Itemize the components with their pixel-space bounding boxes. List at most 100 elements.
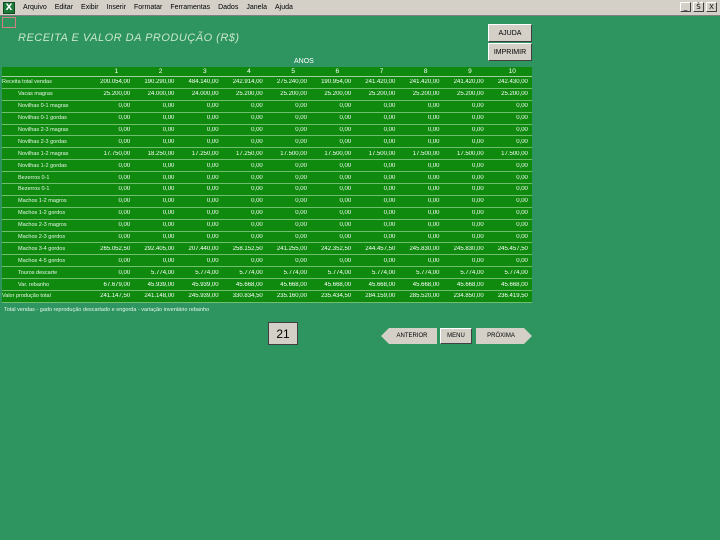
table-cell[interactable]: 190.954,00: [311, 79, 355, 85]
table-cell[interactable]: 0,00: [267, 115, 311, 121]
table-cell[interactable]: 24.000,00: [134, 91, 178, 97]
table-cell[interactable]: 0,00: [267, 198, 311, 204]
table-cell[interactable]: 245.457,50: [488, 246, 532, 252]
table-cell[interactable]: 242.352,50: [311, 246, 355, 252]
table-cell[interactable]: 45.668,00: [488, 282, 532, 288]
table-cell[interactable]: 25.200,00: [311, 91, 355, 97]
table-cell[interactable]: 17.500,00: [488, 151, 532, 157]
table-cell[interactable]: 0,00: [90, 234, 134, 240]
table-cell[interactable]: 18.250,00: [134, 151, 178, 157]
table-cell[interactable]: 0,00: [399, 115, 443, 121]
table-cell[interactable]: 0,00: [134, 103, 178, 109]
table-cell[interactable]: 0,00: [355, 115, 399, 121]
table-cell[interactable]: 0,00: [311, 210, 355, 216]
table-cell[interactable]: 0,00: [355, 186, 399, 192]
table-cell[interactable]: 0,00: [399, 222, 443, 228]
table-cell[interactable]: 0,00: [134, 186, 178, 192]
table-cell[interactable]: 0,00: [444, 115, 488, 121]
table-cell[interactable]: 0,00: [178, 139, 222, 145]
table-cell[interactable]: 0,00: [488, 222, 532, 228]
table-cell[interactable]: 17.250,00: [178, 151, 222, 157]
table-cell[interactable]: 17.500,00: [444, 151, 488, 157]
table-cell[interactable]: 45.668,00: [399, 282, 443, 288]
table-cell[interactable]: 0,00: [355, 210, 399, 216]
table-cell[interactable]: 0,00: [355, 163, 399, 169]
table-cell[interactable]: 244.457,50: [355, 246, 399, 252]
table-cell[interactable]: 0,00: [488, 115, 532, 121]
table-cell[interactable]: 0,00: [267, 222, 311, 228]
table-cell[interactable]: 0,00: [311, 175, 355, 181]
table-cell[interactable]: 67.679,00: [90, 282, 134, 288]
table-cell[interactable]: 0,00: [223, 210, 267, 216]
table-cell[interactable]: 190.290,00: [134, 79, 178, 85]
table-cell[interactable]: 0,00: [267, 234, 311, 240]
table-cell[interactable]: 45.668,00: [223, 282, 267, 288]
table-cell[interactable]: 0,00: [444, 163, 488, 169]
table-cell[interactable]: 0,00: [311, 115, 355, 121]
table-cell[interactable]: 0,00: [355, 198, 399, 204]
table-cell[interactable]: 0,00: [488, 258, 532, 264]
table-cell[interactable]: 0,00: [178, 127, 222, 133]
table-cell[interactable]: 0,00: [267, 139, 311, 145]
table-cell[interactable]: 0,00: [267, 127, 311, 133]
table-cell[interactable]: 0,00: [311, 127, 355, 133]
table-cell[interactable]: 0,00: [488, 163, 532, 169]
table-cell[interactable]: 0,00: [399, 139, 443, 145]
table-cell[interactable]: 0,00: [223, 222, 267, 228]
table-cell[interactable]: 5.774,00: [267, 270, 311, 276]
table-cell[interactable]: 45.939,00: [134, 282, 178, 288]
table-cell[interactable]: 5.774,00: [311, 270, 355, 276]
table-cell[interactable]: 5.774,00: [223, 270, 267, 276]
table-cell[interactable]: 0,00: [134, 139, 178, 145]
table-cell[interactable]: 0,00: [355, 258, 399, 264]
table-cell[interactable]: 0,00: [444, 258, 488, 264]
table-cell[interactable]: 275.240,00: [267, 79, 311, 85]
table-cell[interactable]: 241.147,50: [90, 293, 134, 299]
table-cell[interactable]: 0,00: [134, 198, 178, 204]
table-cell[interactable]: 0,00: [399, 258, 443, 264]
table-cell[interactable]: 0,00: [223, 258, 267, 264]
proxima-button[interactable]: PRÓXIMA: [476, 328, 532, 344]
table-cell[interactable]: 0,00: [134, 258, 178, 264]
table-cell[interactable]: 17.250,00: [223, 151, 267, 157]
table-cell[interactable]: 0,00: [90, 139, 134, 145]
table-cell[interactable]: 0,00: [311, 186, 355, 192]
table-cell[interactable]: 0,00: [223, 139, 267, 145]
active-cell-marker[interactable]: [2, 17, 16, 28]
table-cell[interactable]: 285.520,00: [399, 293, 443, 299]
table-cell[interactable]: 5.774,00: [355, 270, 399, 276]
table-cell[interactable]: 17.750,00: [90, 151, 134, 157]
table-cell[interactable]: 241.420,00: [444, 79, 488, 85]
table-cell[interactable]: 25.200,00: [90, 91, 134, 97]
ajuda-button[interactable]: AJUDA: [488, 24, 532, 42]
table-cell[interactable]: 25.200,00: [355, 91, 399, 97]
table-cell[interactable]: 0,00: [311, 103, 355, 109]
table-cell[interactable]: 284.159,00: [355, 293, 399, 299]
table-cell[interactable]: 0,00: [444, 175, 488, 181]
table-cell[interactable]: 0,00: [267, 103, 311, 109]
table-cell[interactable]: 0,00: [444, 234, 488, 240]
table-cell[interactable]: 5.774,00: [178, 270, 222, 276]
table-cell[interactable]: 242.430,00: [488, 79, 532, 85]
table-cell[interactable]: 0,00: [488, 103, 532, 109]
table-cell[interactable]: 0,00: [488, 127, 532, 133]
table-cell[interactable]: 17.500,00: [355, 151, 399, 157]
table-cell[interactable]: 17.500,00: [311, 151, 355, 157]
menu-inserir[interactable]: Inserir: [103, 4, 130, 11]
table-cell[interactable]: 45.668,00: [444, 282, 488, 288]
menu-ferramentas[interactable]: Ferramentas: [166, 4, 214, 11]
table-cell[interactable]: 258.152,50: [223, 246, 267, 252]
table-cell[interactable]: 0,00: [178, 186, 222, 192]
table-cell[interactable]: 0,00: [90, 258, 134, 264]
table-cell[interactable]: 0,00: [267, 175, 311, 181]
table-cell[interactable]: 0,00: [311, 234, 355, 240]
table-cell[interactable]: 207.440,00: [178, 246, 222, 252]
table-cell[interactable]: 0,00: [488, 210, 532, 216]
table-cell[interactable]: 0,00: [399, 186, 443, 192]
table-cell[interactable]: 0,00: [178, 222, 222, 228]
table-cell[interactable]: 0,00: [444, 210, 488, 216]
menu-formatar[interactable]: Formatar: [130, 4, 166, 11]
table-cell[interactable]: 24.000,00: [178, 91, 222, 97]
menu-janela[interactable]: Janela: [242, 4, 271, 11]
table-cell[interactable]: 17.500,00: [399, 151, 443, 157]
